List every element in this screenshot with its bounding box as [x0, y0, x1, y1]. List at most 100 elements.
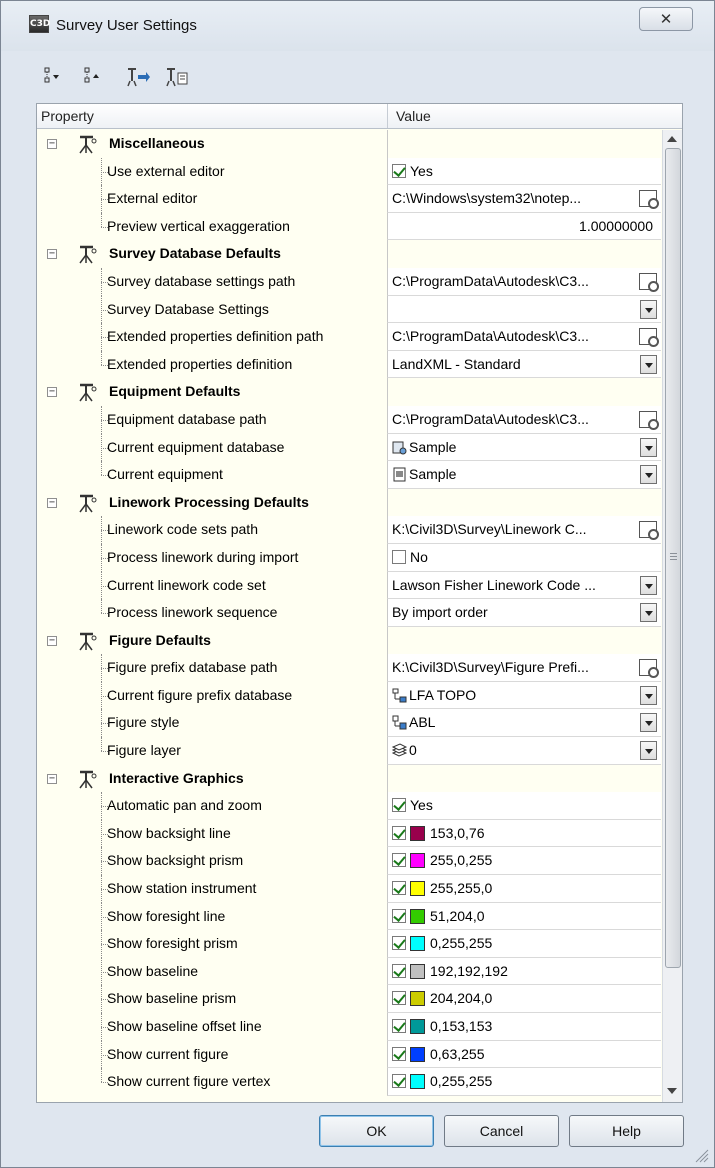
checkbox[interactable]: [392, 853, 406, 868]
property-row-show-current-figure-vertex[interactable]: Show current figure vertex 0,255,255: [37, 1068, 661, 1096]
property-row-show-current-figure[interactable]: Show current figure 0,63,255: [37, 1040, 661, 1069]
dropdown-arrow-icon[interactable]: [640, 465, 657, 485]
vertical-scrollbar[interactable]: [662, 130, 682, 1102]
browse-folder-icon[interactable]: [639, 190, 659, 210]
checkbox[interactable]: [392, 1046, 406, 1061]
property-row-extended-properties-definition-path[interactable]: Extended properties definition path C:\Pr…: [37, 323, 661, 351]
resize-grip-icon[interactable]: [691, 1145, 709, 1163]
dropdown-arrow-icon[interactable]: [640, 685, 657, 705]
value-cell[interactable]: 0: [387, 737, 661, 765]
header-separator[interactable]: [387, 104, 388, 128]
checkbox[interactable]: [392, 549, 406, 564]
checkbox[interactable]: [392, 1019, 406, 1033]
value-cell[interactable]: 153,0,76: [387, 819, 661, 848]
value-cell[interactable]: 0,153,153: [387, 1013, 661, 1041]
property-row-show-foresight-line[interactable]: Show foresight line 51,204,0: [37, 902, 661, 931]
color-swatch[interactable]: [410, 825, 425, 841]
close-button[interactable]: ✕: [639, 7, 693, 31]
property-row-extended-properties-definition[interactable]: Extended properties definition LandXML - …: [37, 350, 661, 379]
header-property[interactable]: Property: [37, 104, 387, 128]
dropdown-arrow-icon[interactable]: [640, 603, 657, 623]
value-cell[interactable]: C:\ProgramData\Autodesk\C3...: [387, 405, 661, 434]
value-cell[interactable]: 255,0,255: [387, 847, 661, 876]
property-row-show-backsight-line[interactable]: Show backsight line 153,0,76: [37, 819, 661, 848]
color-swatch[interactable]: [410, 1046, 425, 1062]
checkbox[interactable]: [392, 1074, 406, 1089]
dropdown-arrow-icon[interactable]: [640, 354, 657, 374]
property-row-automatic-pan-and-zoom[interactable]: Automatic pan and zoom Yes: [37, 792, 661, 820]
value-cell[interactable]: 1.00000000: [387, 212, 661, 241]
value-cell[interactable]: No: [387, 543, 661, 572]
scroll-down-icon[interactable]: [667, 1088, 677, 1094]
value-cell[interactable]: 0,63,255: [387, 1040, 661, 1069]
import-settings-button[interactable]: [125, 63, 151, 89]
collapse-toggle-icon[interactable]: −: [47, 139, 57, 149]
color-swatch[interactable]: [410, 1019, 425, 1034]
value-cell[interactable]: C:\ProgramData\Autodesk\C3...: [387, 323, 661, 351]
browse-folder-icon[interactable]: [639, 659, 659, 679]
value-cell[interactable]: 0,255,255: [387, 1068, 661, 1096]
checkbox[interactable]: [392, 991, 406, 1006]
property-row-survey-database-settings[interactable]: Survey Database Settings: [37, 295, 661, 324]
collapse-toggle-icon[interactable]: −: [47, 635, 57, 646]
collapse-toggle-icon[interactable]: −: [47, 497, 57, 508]
checkbox[interactable]: [392, 798, 406, 813]
value-cell[interactable]: LFA TOPO: [387, 681, 661, 710]
value-cell[interactable]: C:\ProgramData\Autodesk\C3...: [387, 267, 661, 296]
value-cell[interactable]: C:\Windows\system32\notep...: [387, 185, 661, 213]
expand-all-button[interactable]: [39, 63, 65, 89]
property-row-survey-database-settings-path[interactable]: Survey database settings path C:\ProgramD…: [37, 267, 661, 296]
checkbox[interactable]: [392, 163, 406, 178]
color-swatch[interactable]: [410, 1074, 425, 1090]
scroll-thumb[interactable]: [665, 148, 681, 968]
value-cell[interactable]: 51,204,0: [387, 902, 661, 931]
value-cell[interactable]: 0,255,255: [387, 930, 661, 958]
property-row-figure-layer[interactable]: Figure layer 0: [37, 737, 661, 765]
checkbox[interactable]: [392, 936, 406, 951]
checkbox[interactable]: [392, 881, 406, 896]
value-cell[interactable]: K:\Civil3D\Survey\Figure Prefi...: [387, 654, 661, 682]
property-row-current-equipment[interactable]: Current equipment Sample: [37, 461, 661, 489]
property-row-current-figure-prefix-database[interactable]: Current figure prefix database LFA TOPO: [37, 681, 661, 710]
collapse-all-button[interactable]: [79, 63, 105, 89]
property-row-preview-vertical-exaggeration[interactable]: Preview vertical exaggeration 1.00000000: [37, 212, 661, 241]
property-row-show-foresight-prism[interactable]: Show foresight prism 0,255,255: [37, 930, 661, 958]
export-settings-button[interactable]: [164, 63, 190, 89]
browse-folder-icon[interactable]: [639, 272, 659, 292]
value-cell[interactable]: By import order: [387, 599, 661, 627]
header-value[interactable]: Value: [392, 104, 662, 128]
property-row-show-baseline-offset-line[interactable]: Show baseline offset line 0,153,153: [37, 1013, 661, 1041]
color-swatch[interactable]: [410, 936, 425, 952]
value-cell[interactable]: Sample: [387, 461, 661, 489]
checkbox[interactable]: [392, 963, 406, 978]
property-row-figure-style[interactable]: Figure style ABL: [37, 709, 661, 738]
value-cell[interactable]: 192,192,192: [387, 957, 661, 986]
property-row-equipment-database-path[interactable]: Equipment database path C:\ProgramData\Au…: [37, 405, 661, 434]
property-row-figure-prefix-database-path[interactable]: Figure prefix database path K:\Civil3D\Su…: [37, 654, 661, 682]
ok-button[interactable]: OK: [319, 1115, 434, 1147]
browse-folder-icon[interactable]: [639, 328, 659, 348]
collapse-toggle-icon[interactable]: −: [47, 249, 57, 260]
property-row-linework-code-sets-path[interactable]: Linework code sets path K:\Civil3D\Survey…: [37, 516, 661, 544]
value-cell[interactable]: LandXML - Standard: [387, 350, 661, 379]
dropdown-arrow-icon[interactable]: [640, 437, 657, 457]
property-row-process-linework-during-import[interactable]: Process linework during import No: [37, 543, 661, 572]
value-cell[interactable]: 255,255,0: [387, 875, 661, 903]
color-swatch[interactable]: [410, 991, 425, 1007]
help-button[interactable]: Help: [569, 1115, 684, 1147]
property-row-show-station-instrument[interactable]: Show station instrument 255,255,0: [37, 875, 661, 903]
value-cell[interactable]: Yes: [387, 792, 661, 820]
checkbox[interactable]: [392, 908, 406, 923]
color-swatch[interactable]: [410, 853, 425, 869]
property-row-current-linework-code-set[interactable]: Current linework code set Lawson Fisher L…: [37, 571, 661, 600]
property-row-show-baseline[interactable]: Show baseline 192,192,192: [37, 957, 661, 986]
value-cell[interactable]: ABL: [387, 709, 661, 738]
property-row-external-editor[interactable]: External editor C:\Windows\system32\notep…: [37, 185, 661, 213]
property-row-show-backsight-prism[interactable]: Show backsight prism 255,0,255: [37, 847, 661, 876]
value-cell[interactable]: [387, 295, 661, 324]
value-cell[interactable]: Sample: [387, 433, 661, 462]
property-row-process-linework-sequence[interactable]: Process linework sequence By import order: [37, 599, 661, 627]
dropdown-arrow-icon[interactable]: [640, 299, 657, 319]
property-row-current-equipment-database[interactable]: Current equipment database Sample: [37, 433, 661, 462]
color-swatch[interactable]: [410, 963, 425, 979]
